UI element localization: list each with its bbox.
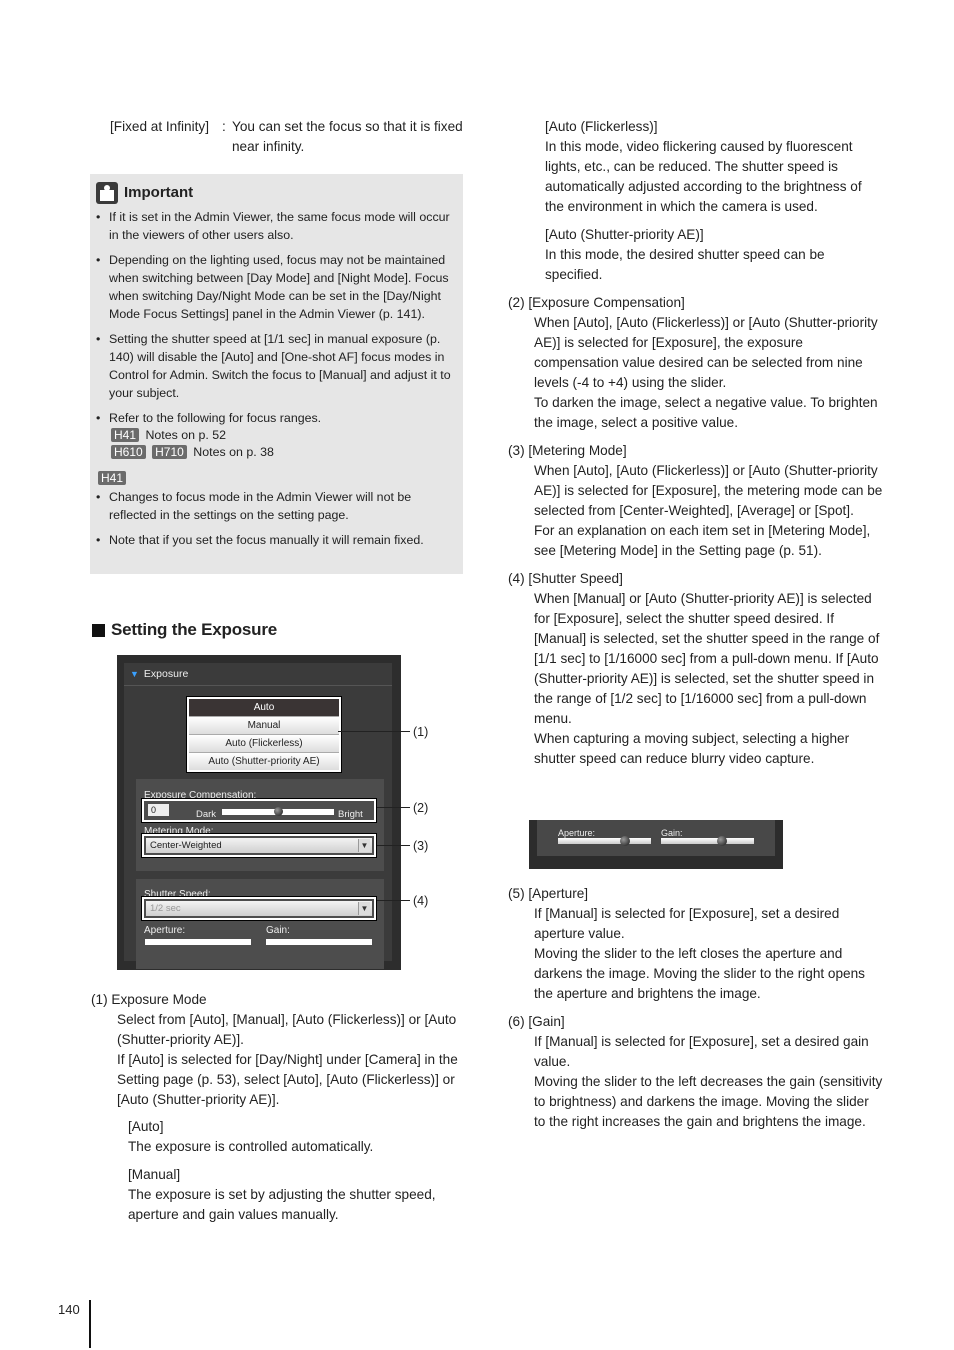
focus-range-text: Notes on p. 52 <box>145 428 227 442</box>
item-text: If [Auto] is selected for [Day/Night] un… <box>117 1052 458 1107</box>
callout-line <box>377 807 410 808</box>
exposure-mode-option[interactable]: Manual <box>189 717 339 735</box>
item-text: To darken the image, select a negative v… <box>534 395 878 430</box>
callout-label: (2) <box>413 801 429 815</box>
important-book-icon <box>96 182 118 204</box>
item-text: When [Auto], [Auto (Flickerless)] or [Au… <box>534 463 883 518</box>
important-item: If it is set in the Admin Viewer, the sa… <box>90 208 463 244</box>
right-body-continued: (5) [Aperture] If [Manual] is selected f… <box>508 884 883 1132</box>
page-number: 140 <box>58 1302 80 1317</box>
exposure-mode-option[interactable]: Auto (Flickerless) <box>189 735 339 753</box>
gain-slider[interactable] <box>266 939 372 945</box>
important-item: Refer to the following for focus ranges. <box>90 409 463 427</box>
item-heading: (4) [Shutter Speed] <box>508 571 623 586</box>
exposure-settings-group: Exposure Compensation: 0 Dark Bright Met… <box>136 779 384 871</box>
subitem-heading: [Manual] <box>128 1167 181 1182</box>
aperture-gain-panel: Aperture: Gain: <box>537 820 775 856</box>
slider-knob[interactable] <box>620 836 631 846</box>
manual-settings-group: Shutter Speed: 1/2 sec ▼ Aperture: Gain: <box>136 879 384 969</box>
callout-line <box>377 845 410 846</box>
definition-term: [Fixed at Infinity] <box>110 119 209 134</box>
collapse-triangle-icon: ▼ <box>130 669 139 679</box>
focus-range-line: H41 Notes on p. 52 <box>90 427 463 444</box>
important-item: Depending on the lighting used, focus ma… <box>90 251 463 323</box>
exposure-panel: ▼ Exposure Auto Manual Auto (Flickerless)… <box>124 663 392 969</box>
metering-mode-select[interactable]: Center-Weighted ▼ <box>146 838 372 853</box>
callout-label: (1) <box>413 725 429 739</box>
slider-knob[interactable] <box>273 807 283 816</box>
exposure-mode-option[interactable]: Auto <box>189 699 339 717</box>
exposure-compensation-slider[interactable] <box>222 807 334 816</box>
model-badge: H41 <box>98 471 127 485</box>
focus-range-text: Notes on p. 38 <box>193 445 274 459</box>
model-badge: H710 <box>152 445 187 459</box>
subitem-heading: [Auto (Shutter-priority AE)] <box>545 227 704 242</box>
subitem-heading: [Auto (Flickerless)] <box>545 119 658 134</box>
exposure-mode-list: Auto Manual Auto (Flickerless) Auto (Shu… <box>186 696 342 773</box>
shutter-speed-box: 1/2 sec ▼ <box>141 896 377 921</box>
item-text: For an explanation on each item set in [… <box>534 523 871 558</box>
item-text: Moving the slider to the left decreases … <box>534 1074 883 1129</box>
section-title: Setting the Exposure <box>111 620 278 639</box>
item-text: When capturing a moving subject, selecti… <box>534 731 850 766</box>
bright-label: Bright <box>338 809 363 820</box>
section-heading: Setting the Exposure <box>92 620 277 640</box>
subitem-text: The exposure is set by adjusting the shu… <box>128 1187 436 1222</box>
subitem-text: In this mode, video flickering caused by… <box>545 139 862 214</box>
metering-mode-box: Center-Weighted ▼ <box>141 833 377 858</box>
important-list: If it is set in the Admin Viewer, the sa… <box>90 208 463 556</box>
slider-knob[interactable] <box>717 836 728 846</box>
exposure-panel-header[interactable]: ▼ Exposure <box>124 663 392 686</box>
important-item: Note that if you set the focus manually … <box>90 531 463 549</box>
exposure-compensation-control: 0 Dark Bright <box>141 798 377 823</box>
model-badge: H610 <box>111 445 146 459</box>
dropdown-arrow-icon: ▼ <box>358 839 370 852</box>
definition-colon: : <box>222 119 226 134</box>
important-item: Changes to focus mode in the Admin Viewe… <box>90 488 463 524</box>
focus-range-line: H610 H710 Notes on p. 38 <box>90 444 463 461</box>
item-heading: (6) [Gain] <box>508 1014 565 1029</box>
callout-label: (3) <box>413 839 429 853</box>
important-box: Important If it is set in the Admin View… <box>90 174 463 574</box>
subitem-heading: [Auto] <box>128 1119 164 1134</box>
exposure-panel-screenshot: ▼ Exposure Auto Manual Auto (Flickerless)… <box>117 655 401 970</box>
model-badge: H41 <box>111 428 140 442</box>
item-text: Select from [Auto], [Manual], [Auto (Fli… <box>117 1012 457 1047</box>
aperture-gain-screenshot: Aperture: Gain: <box>529 820 783 869</box>
shutter-speed-select[interactable]: 1/2 sec ▼ <box>146 901 372 916</box>
callout-line <box>338 731 410 732</box>
subitem-text: In this mode, the desired shutter speed … <box>545 247 825 282</box>
item-heading: (2) [Exposure Compensation] <box>508 295 685 310</box>
exposure-mode-option[interactable]: Auto (Shutter-priority AE) <box>189 753 339 770</box>
dropdown-arrow-icon: ▼ <box>358 902 370 915</box>
important-item: Setting the shutter speed at [1/1 sec] i… <box>90 330 463 402</box>
gain-label: Gain: <box>266 925 290 936</box>
item-heading: (3) [Metering Mode] <box>508 443 627 458</box>
square-bullet-icon <box>92 623 105 637</box>
right-body: [Auto (Flickerless)] In this mode, video… <box>508 117 883 769</box>
definition-description: You can set the focus so that it is fixe… <box>232 119 463 154</box>
item-text: If [Manual] is selected for [Exposure], … <box>534 1034 869 1069</box>
left-body: (1) Exposure Mode Select from [Auto], [M… <box>91 990 466 1225</box>
item-text: When [Auto], [Auto (Flickerless)] or [Au… <box>534 315 878 390</box>
subitem-text: The exposure is controlled automatically… <box>128 1139 374 1154</box>
item-heading: (5) [Aperture] <box>508 886 589 901</box>
page-number-rule <box>89 1300 91 1348</box>
aperture-slider[interactable] <box>558 836 651 846</box>
callout-label: (4) <box>413 894 429 908</box>
exposure-compensation-value: 0 <box>148 804 169 816</box>
gain-slider[interactable] <box>661 836 754 846</box>
aperture-label: Aperture: <box>144 925 186 936</box>
item-text: If [Manual] is selected for [Exposure], … <box>534 906 840 941</box>
callout-line <box>377 900 410 901</box>
item-text: When [Manual] or [Auto (Shutter-priority… <box>534 591 880 726</box>
item-text: Moving the slider to the left closes the… <box>534 946 865 1001</box>
aperture-slider[interactable] <box>145 939 251 945</box>
important-header: Important <box>96 182 193 204</box>
important-title: Important <box>124 184 194 201</box>
item-heading: (1) Exposure Mode <box>91 992 207 1007</box>
